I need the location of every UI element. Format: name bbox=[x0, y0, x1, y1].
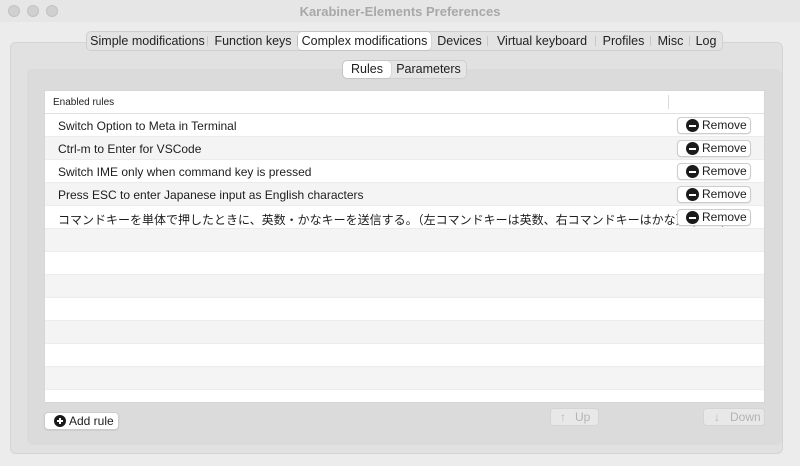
arrow-down-icon: ↓ bbox=[714, 410, 720, 424]
enabled-rules-table: Enabled rules Switch Option to Meta in T… bbox=[44, 90, 765, 403]
remove-button[interactable]: Remove bbox=[677, 140, 751, 157]
empty-row bbox=[45, 229, 764, 252]
remove-button[interactable]: Remove bbox=[677, 186, 751, 203]
move-down-button[interactable]: ↓ Down bbox=[703, 408, 765, 426]
rule-description: Switch IME only when command key is pres… bbox=[58, 165, 312, 179]
remove-button-label: Remove bbox=[702, 210, 747, 224]
rule-description: Ctrl-m to Enter for VSCode bbox=[58, 142, 202, 156]
window-title: Karabiner-Elements Preferences bbox=[299, 4, 501, 19]
empty-row bbox=[45, 344, 764, 367]
tab-misc[interactable]: Misc bbox=[651, 32, 690, 50]
column-divider bbox=[668, 95, 669, 109]
table-row[interactable]: Switch IME only when command key is pres… bbox=[45, 160, 764, 183]
tab-devices[interactable]: Devices bbox=[431, 32, 488, 50]
empty-row bbox=[45, 298, 764, 321]
remove-button[interactable]: Remove bbox=[677, 163, 751, 180]
table-row[interactable]: Press ESC to enter Japanese input as Eng… bbox=[45, 183, 764, 206]
tab-profiles[interactable]: Profiles bbox=[596, 32, 651, 50]
empty-row bbox=[45, 390, 764, 402]
minus-circle-icon bbox=[686, 119, 699, 132]
remove-button[interactable]: Remove bbox=[677, 209, 751, 226]
tab-log[interactable]: Log bbox=[690, 32, 722, 50]
sub-tab-bar: Rules Parameters bbox=[342, 60, 467, 79]
table-header: Enabled rules bbox=[45, 91, 764, 114]
remove-button[interactable]: Remove bbox=[677, 117, 751, 134]
tab-function-keys[interactable]: Function keys bbox=[208, 32, 298, 50]
move-down-label: Down bbox=[730, 410, 761, 424]
rule-description: Press ESC to enter Japanese input as Eng… bbox=[58, 188, 364, 202]
main-tab-bar: Simple modifications Function keys Compl… bbox=[86, 31, 723, 51]
tab-rules[interactable]: Rules bbox=[343, 61, 391, 78]
remove-button-label: Remove bbox=[702, 187, 747, 201]
tab-complex-modifications[interactable]: Complex modifications bbox=[298, 32, 431, 50]
empty-row bbox=[45, 367, 764, 390]
remove-button-label: Remove bbox=[702, 141, 747, 155]
table-row[interactable]: Switch Option to Meta in Terminal Remove bbox=[45, 114, 764, 137]
rule-description: コマンドキーを単体で押したときに、英数・かなキーを送信する。（左コマンドキーは英… bbox=[58, 213, 726, 227]
tab-simple-modifications[interactable]: Simple modifications bbox=[87, 32, 208, 50]
move-up-button[interactable]: ↑ Up bbox=[550, 408, 599, 426]
title-bar: Karabiner-Elements Preferences bbox=[0, 0, 800, 22]
arrow-up-icon: ↑ bbox=[560, 410, 566, 424]
empty-row bbox=[45, 252, 764, 275]
tab-virtual-keyboard[interactable]: Virtual keyboard bbox=[488, 32, 596, 50]
minus-circle-icon bbox=[686, 211, 699, 224]
remove-button-label: Remove bbox=[702, 164, 747, 178]
tab-parameters[interactable]: Parameters bbox=[391, 61, 466, 78]
minus-circle-icon bbox=[686, 188, 699, 201]
plus-circle-icon bbox=[54, 415, 66, 427]
table-row[interactable]: Ctrl-m to Enter for VSCode Remove bbox=[45, 137, 764, 160]
move-up-label: Up bbox=[575, 410, 591, 424]
column-header-enabled-rules: Enabled rules bbox=[53, 97, 115, 108]
add-rule-button[interactable]: Add rule bbox=[44, 412, 119, 430]
rule-description: Switch Option to Meta in Terminal bbox=[58, 119, 237, 133]
remove-button-label: Remove bbox=[702, 118, 747, 132]
minus-circle-icon bbox=[686, 165, 699, 178]
empty-row bbox=[45, 321, 764, 344]
add-rule-label: Add rule bbox=[69, 414, 114, 428]
minus-circle-icon bbox=[686, 142, 699, 155]
empty-row bbox=[45, 275, 764, 298]
table-row[interactable]: コマンドキーを単体で押したときに、英数・かなキーを送信する。（左コマンドキーは英… bbox=[45, 206, 764, 229]
